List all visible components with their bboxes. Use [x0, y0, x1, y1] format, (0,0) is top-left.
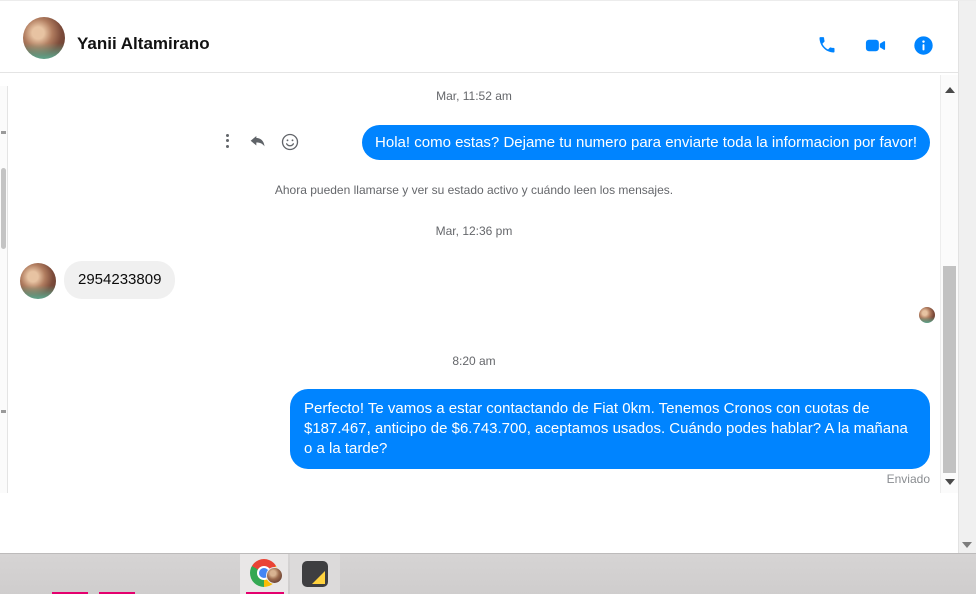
seen-indicator-avatar — [919, 307, 935, 323]
chrome-profile-icon[interactable] — [250, 559, 283, 587]
system-notice: Ahora pueden llamarse y ver su estado ac… — [274, 183, 674, 197]
message-bubble-incoming[interactable]: 2954233809 — [64, 261, 176, 299]
sent-status: Enviado — [886, 472, 930, 486]
react-emoji-icon[interactable] — [280, 132, 300, 152]
composer-bar: GIF — [0, 498, 958, 553]
contact-name[interactable]: Yanii Altamirano — [77, 34, 210, 54]
chat-scrollbar[interactable] — [940, 75, 958, 493]
left-scrollbar-tick — [1, 131, 6, 134]
message-bubble-outgoing[interactable]: Hola! como estas? Dejame tu numero para … — [362, 125, 930, 160]
timestamp-2: Mar, 12:36 pm — [435, 224, 513, 238]
windows-taskbar: ESP 08:21 26/6/2024 3 PRE — [0, 553, 976, 594]
dark-app-icon[interactable] — [302, 561, 328, 587]
contact-avatar[interactable] — [23, 17, 65, 59]
left-scrollbar[interactable] — [0, 86, 8, 493]
scroll-down-arrow-icon[interactable] — [945, 479, 955, 485]
chat-header: Yanii Altamirano — [0, 1, 958, 73]
message-bubble-outgoing-long[interactable]: Perfecto! Te vamos a estar contactando d… — [290, 389, 930, 469]
sender-avatar[interactable] — [20, 263, 56, 299]
phone-call-icon[interactable] — [817, 35, 837, 55]
timestamp-1: Mar, 11:52 am — [436, 89, 512, 103]
window-scrollbar[interactable] — [958, 1, 976, 553]
left-scrollbar-tick — [1, 410, 6, 413]
dark-app-taskbar-cell[interactable] — [290, 554, 340, 594]
video-call-icon[interactable] — [864, 34, 887, 57]
conversation-info-icon[interactable] — [913, 35, 934, 56]
more-options-icon[interactable] — [220, 131, 234, 151]
timestamp-3: 8:20 am — [452, 354, 496, 368]
chrome-profile-taskbar-cell[interactable] — [240, 554, 288, 594]
chat-scrollbar-thumb[interactable] — [943, 266, 956, 473]
profile-photo-avatar — [266, 567, 283, 584]
messenger-window: Yanii Altamirano Mar, 11:52 am Hola! com… — [0, 0, 976, 594]
scroll-up-arrow-icon[interactable] — [945, 87, 955, 93]
window-scroll-down-arrow-icon[interactable] — [962, 542, 972, 548]
left-scrollbar-thumb[interactable] — [1, 168, 6, 249]
reply-icon[interactable] — [248, 132, 268, 152]
